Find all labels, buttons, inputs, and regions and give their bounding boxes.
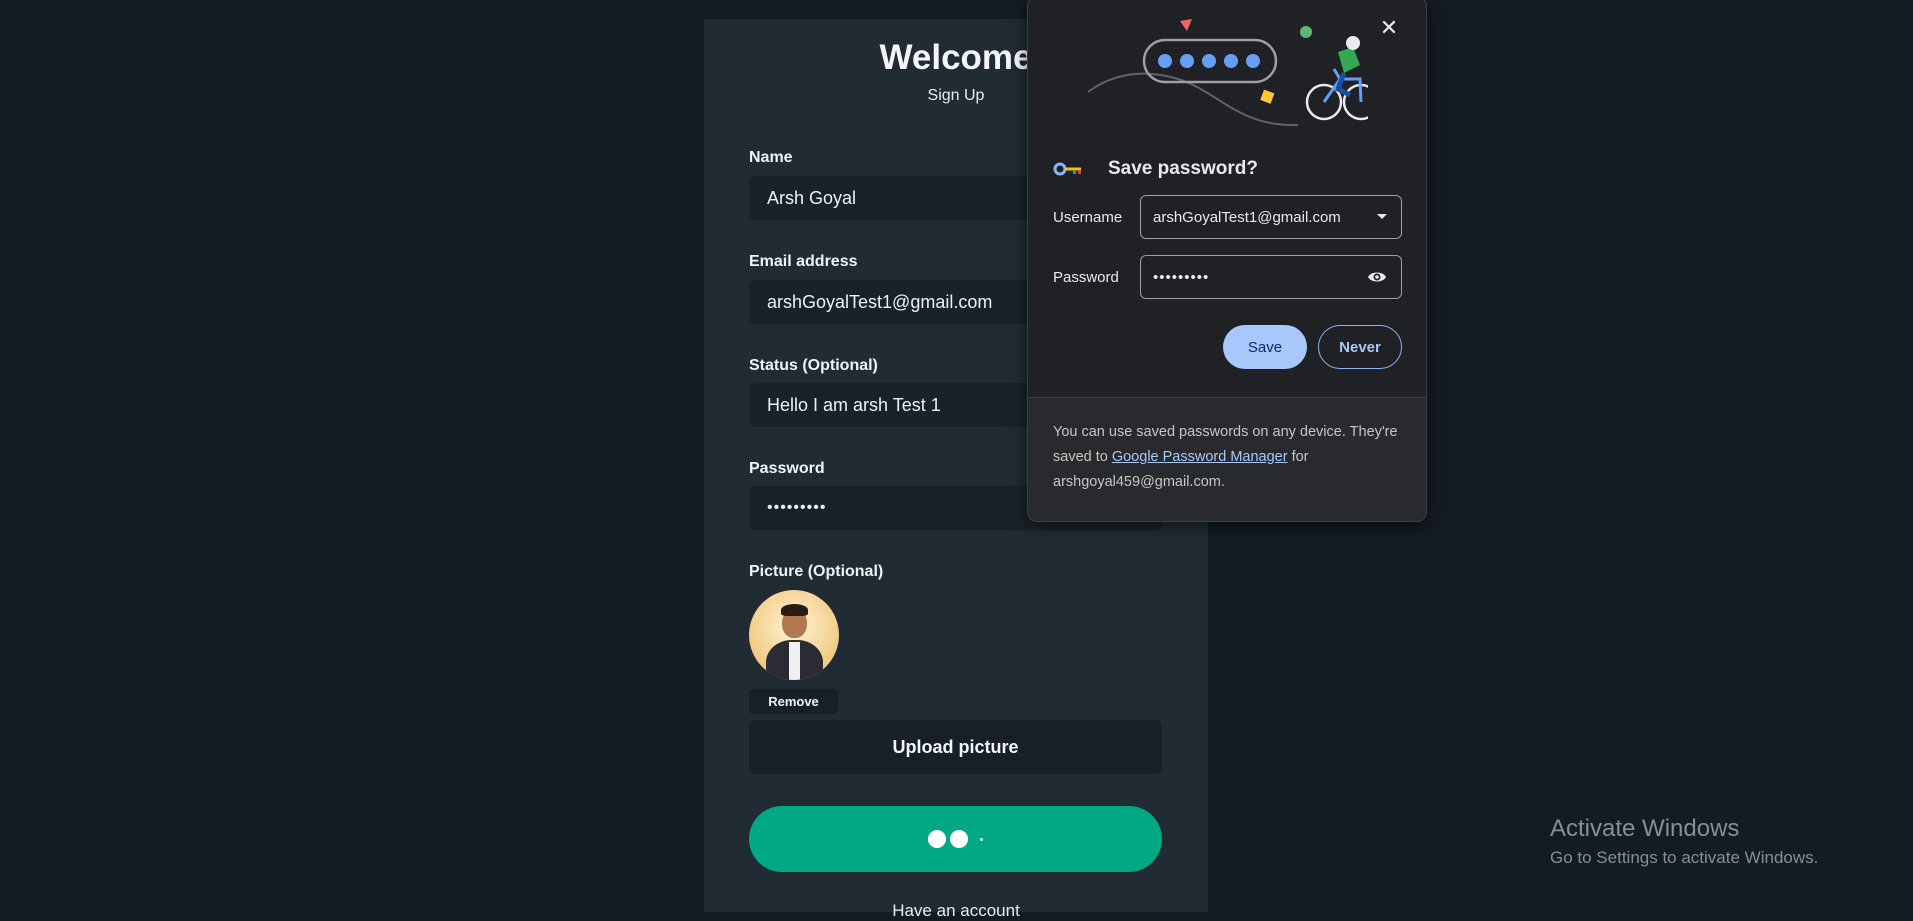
key-icon: [1053, 162, 1081, 176]
activate-windows-title: Activate Windows: [1550, 815, 1740, 842]
remove-picture-button[interactable]: Remove: [749, 689, 838, 714]
username-label: Username: [1053, 209, 1123, 226]
have-account-link[interactable]: Have an account: [704, 901, 1208, 921]
password-illustration-icon: [1087, 19, 1368, 127]
status-label: Status (Optional): [749, 357, 878, 374]
name-label: Name: [749, 149, 793, 166]
loading-dot: [950, 830, 968, 848]
dialog-footer: You can use saved passwords on any devic…: [1028, 397, 1426, 521]
password-label: Password: [1053, 269, 1119, 286]
password-manager-link[interactable]: Google Password Manager: [1112, 449, 1288, 465]
activate-windows-subtitle: Go to Settings to activate Windows.: [1550, 848, 1819, 867]
loading-dot: [980, 837, 983, 841]
password-input[interactable]: •••••••••: [1140, 255, 1402, 299]
email-label: Email address: [749, 253, 858, 270]
avatar: [749, 590, 839, 680]
picture-label: Picture (Optional): [749, 563, 884, 580]
chevron-down-icon[interactable]: [1377, 214, 1387, 219]
save-button[interactable]: Save: [1223, 325, 1307, 369]
eye-icon[interactable]: [1367, 268, 1387, 286]
dialog-title: Save password?: [1108, 158, 1258, 179]
password-value: •••••••••: [1153, 268, 1210, 286]
save-password-dialog: ✕ Save password? Username arshGoyalTest1…: [1027, 0, 1427, 522]
never-button[interactable]: Never: [1318, 325, 1402, 369]
upload-picture-button[interactable]: Upload picture: [749, 720, 1162, 774]
close-icon[interactable]: ✕: [1378, 17, 1400, 39]
signup-submit-button[interactable]: [749, 806, 1162, 872]
password-label: Password: [749, 460, 825, 477]
username-value: arshGoyalTest1@gmail.com: [1153, 208, 1341, 226]
loading-dot: [928, 830, 946, 848]
username-select[interactable]: arshGoyalTest1@gmail.com: [1140, 195, 1402, 239]
